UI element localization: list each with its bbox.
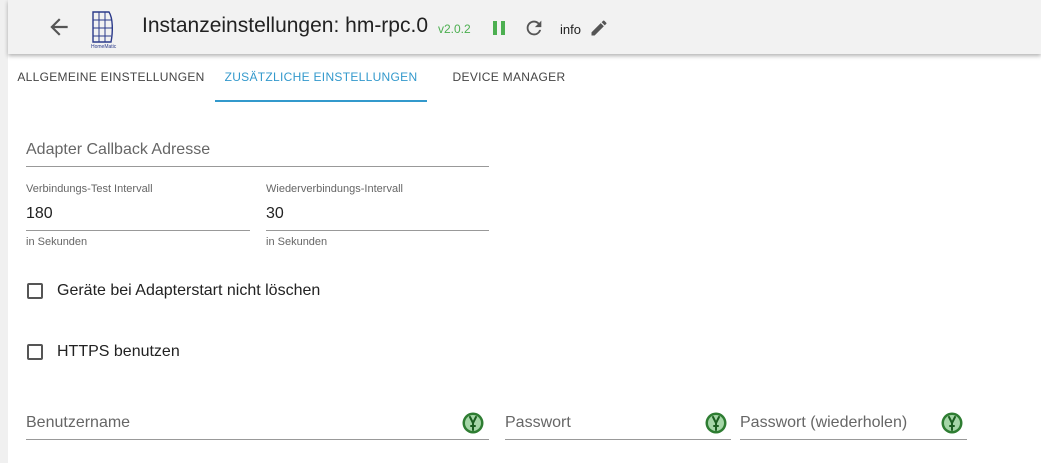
page-title: Instanzeinstellungen: hm-rpc.0 <box>142 14 428 37</box>
check-interval-label: Verbindungs-Test Intervall <box>26 183 153 195</box>
reconnect-interval-label: Wiederverbindungs-Intervall <box>266 183 403 195</box>
tab-additional-settings[interactable]: ZUSÄTZLICHE EINSTELLUNGEN <box>215 54 427 102</box>
reload-icon[interactable] <box>523 17 545 39</box>
tab-device-manager[interactable]: DEVICE MANAGER <box>427 54 591 102</box>
left-panel-edge <box>0 0 8 463</box>
callback-address-placeholder: Adapter Callback Adresse <box>26 141 211 158</box>
password-placeholder: Passwort <box>505 414 571 431</box>
use-https-checkbox[interactable] <box>27 344 43 360</box>
reconnect-interval-input[interactable]: 30 <box>266 200 489 231</box>
callback-address-field[interactable]: Adapter Callback Adresse <box>26 136 489 167</box>
homematic-logo: HomeMatic <box>89 8 123 50</box>
back-arrow-icon[interactable] <box>46 14 72 40</box>
check-interval-value: 180 <box>26 205 53 222</box>
info-label: info <box>560 22 581 37</box>
check-interval-input[interactable]: 180 <box>26 200 250 231</box>
certificate-key-icon[interactable] <box>941 412 963 434</box>
password-field[interactable]: Passwort <box>505 408 731 440</box>
reconnect-interval-value: 30 <box>266 205 284 222</box>
tab-general-settings[interactable]: ALLGEMEINE EINSTELLUNGEN <box>8 54 214 102</box>
password-repeat-placeholder: Passwort (wiederholen) <box>740 414 908 431</box>
certificate-key-icon[interactable] <box>705 412 727 434</box>
username-placeholder: Benutzername <box>26 414 131 431</box>
pause-icon[interactable] <box>491 19 507 37</box>
username-field[interactable]: Benutzername <box>26 408 489 440</box>
tab-bar: ALLGEMEINE EINSTELLUNGEN ZUSÄTZLICHE EIN… <box>8 54 1041 102</box>
version-badge: v2.0.2 <box>438 22 471 36</box>
svg-text:HomeMatic: HomeMatic <box>91 44 117 50</box>
certificate-key-icon[interactable] <box>462 412 484 434</box>
dont-delete-devices-checkbox[interactable] <box>27 283 43 299</box>
use-https-label[interactable]: HTTPS benutzen <box>57 343 180 361</box>
edit-pencil-icon[interactable] <box>589 18 609 38</box>
dont-delete-devices-label[interactable]: Geräte bei Adapterstart nicht löschen <box>57 282 320 300</box>
check-interval-helper: in Sekunden <box>26 236 88 248</box>
password-repeat-field[interactable]: Passwort (wiederholen) <box>740 408 967 440</box>
toolbar: HomeMatic Instanzeinstellungen: hm-rpc.0… <box>8 0 1041 54</box>
reconnect-interval-helper: in Sekunden <box>266 236 328 248</box>
